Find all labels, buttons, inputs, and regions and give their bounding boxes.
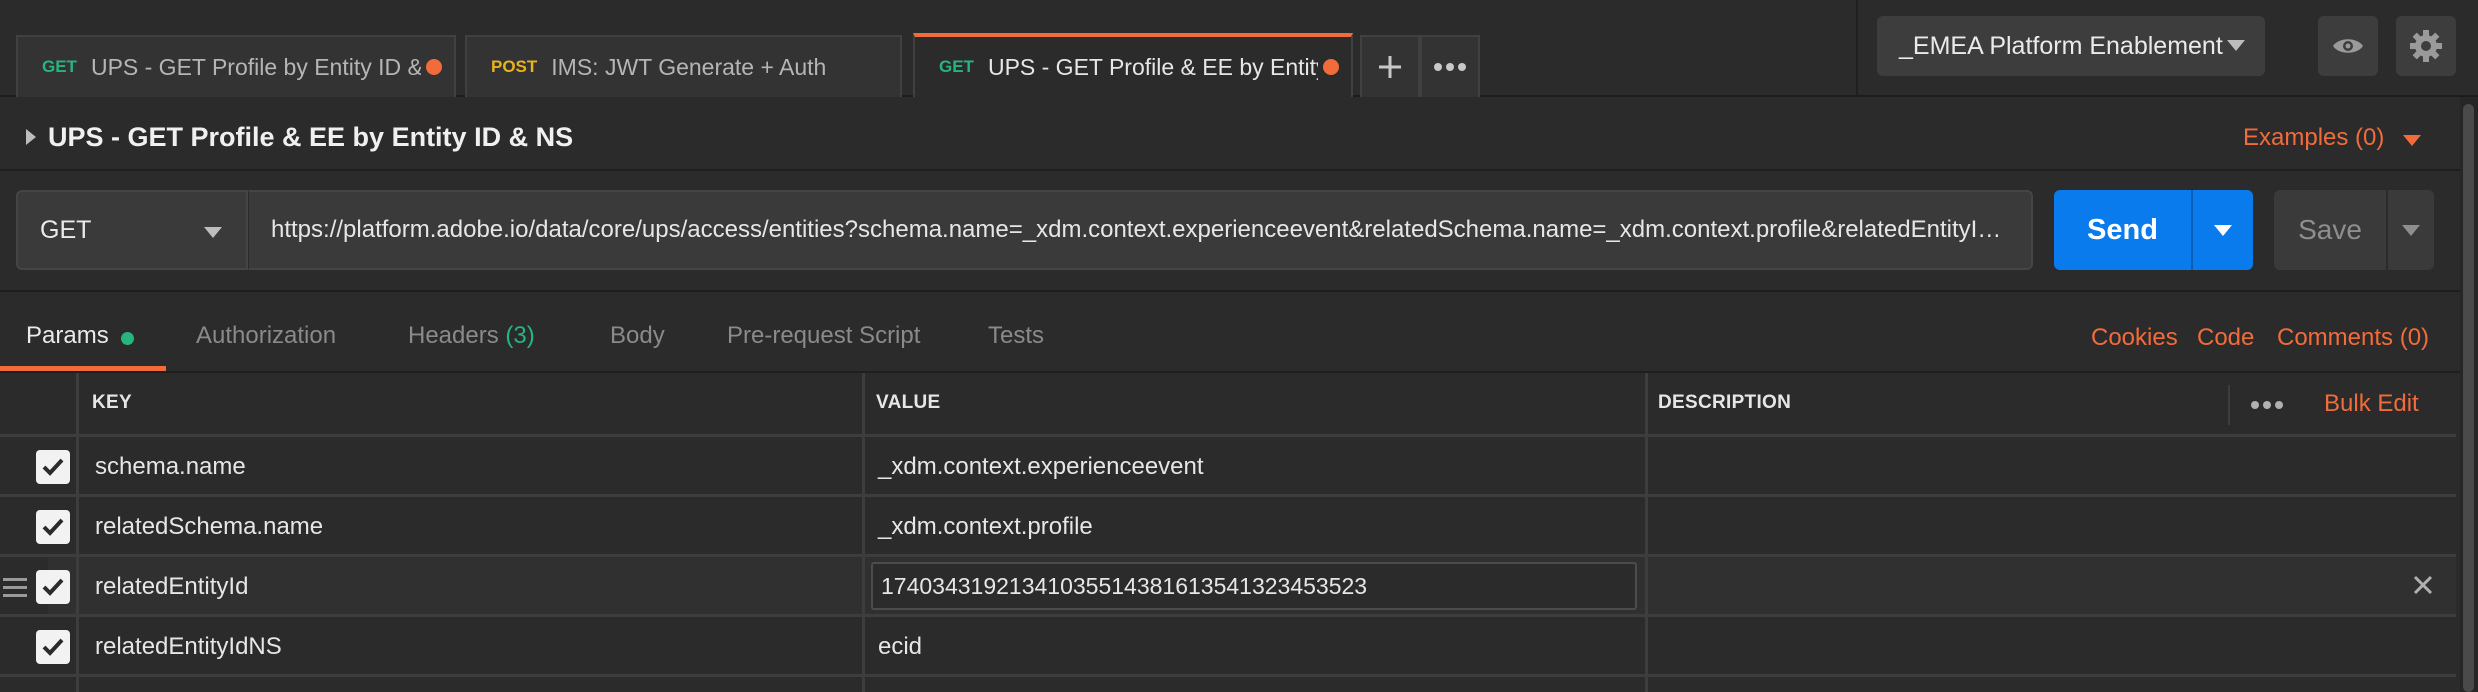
- param-value[interactable]: _xdm.context.experienceevent: [878, 453, 1204, 481]
- url-text: https://platform.adobe.io/data/core/ups/…: [271, 216, 2011, 243]
- unsaved-dot: [1323, 59, 1339, 75]
- chevron-down-icon: [2227, 40, 2245, 51]
- header-divider: [2228, 385, 2230, 425]
- row-divider: [0, 614, 2456, 617]
- param-value: 17403431921341035514381613541323453523: [881, 572, 1368, 599]
- gear-icon: [2410, 30, 2442, 62]
- tab-authorization[interactable]: Authorization: [196, 322, 336, 350]
- close-icon: [2413, 575, 2433, 595]
- param-value-input[interactable]: 17403431921341035514381613541323453523: [871, 562, 1637, 610]
- method-get-label: GET: [42, 57, 77, 76]
- send-options-button[interactable]: [2191, 190, 2253, 270]
- more-horizontal-icon: [1434, 63, 1466, 71]
- params-table: [0, 373, 2456, 692]
- environment-label: _EMEA Platform Enablement: [1899, 31, 2223, 60]
- tab-headers-label: Headers: [408, 322, 499, 349]
- more-horizontal-icon: [2251, 401, 2283, 409]
- chevron-down-icon: [2214, 225, 2232, 236]
- checkmark-icon: [42, 458, 64, 476]
- chevron-down-icon[interactable]: [2403, 135, 2421, 146]
- send-button[interactable]: Send: [2054, 190, 2191, 270]
- environment-quick-look-button[interactable]: [2318, 16, 2378, 76]
- row-divider: [0, 494, 2456, 497]
- column-divider: [1645, 373, 1648, 692]
- divider: [0, 290, 2460, 292]
- column-header-value: VALUE: [876, 392, 941, 413]
- http-method-select[interactable]: GET: [16, 190, 248, 270]
- chevron-down-icon: [2402, 225, 2420, 236]
- row-divider: [0, 554, 2456, 557]
- more-tabs-button[interactable]: [1420, 35, 1480, 97]
- row-divider: [0, 434, 2456, 437]
- drag-handle-icon[interactable]: [3, 578, 27, 602]
- comments-link[interactable]: Comments (0): [2277, 324, 2429, 352]
- tab-body[interactable]: Body: [610, 322, 665, 350]
- tab-label: IMS: JWT Generate + Auth: [551, 53, 827, 80]
- caret-right-icon[interactable]: [26, 129, 36, 145]
- save-button[interactable]: Save: [2274, 190, 2386, 270]
- method-get-label: GET: [939, 57, 974, 76]
- param-enabled-checkbox[interactable]: [36, 450, 70, 484]
- checkmark-icon: [42, 518, 64, 536]
- save-options-button[interactable]: [2388, 190, 2434, 270]
- tab-label: UPS - GET Profile & EE by Entity I: [987, 53, 1318, 80]
- environment-select[interactable]: _EMEA Platform Enablement: [1877, 16, 2265, 76]
- plus-icon: [1379, 56, 1401, 78]
- request-tab-2[interactable]: POST IMS: JWT Generate + Auth: [465, 35, 902, 97]
- eye-icon: [2333, 39, 2363, 53]
- examples-dropdown[interactable]: Examples (0): [2243, 124, 2384, 152]
- code-link[interactable]: Code: [2197, 324, 2254, 352]
- param-key[interactable]: schema.name: [95, 453, 246, 481]
- header-divider: [1856, 0, 1858, 97]
- method-post-label: POST: [491, 57, 538, 76]
- chevron-down-icon: [204, 227, 222, 238]
- column-header-description: DESCRIPTION: [1658, 392, 1792, 413]
- param-enabled-checkbox[interactable]: [36, 510, 70, 544]
- tab-label: UPS - GET Profile by Entity ID & N: [90, 53, 421, 80]
- headers-count: (3): [505, 322, 535, 349]
- param-enabled-checkbox[interactable]: [36, 570, 70, 604]
- checkmark-icon: [42, 638, 64, 656]
- param-value[interactable]: _xdm.context.profile: [878, 513, 1093, 541]
- url-input[interactable]: https://platform.adobe.io/data/core/ups/…: [248, 190, 2033, 270]
- tab-tests[interactable]: Tests: [988, 322, 1044, 350]
- param-key[interactable]: relatedEntityId: [95, 573, 248, 601]
- request-name[interactable]: UPS - GET Profile & EE by Entity ID & NS: [48, 122, 573, 153]
- tab-params[interactable]: Params: [26, 322, 109, 350]
- bulk-edit-link[interactable]: Bulk Edit: [2324, 390, 2419, 418]
- tab-headers[interactable]: Headers (3): [408, 322, 535, 350]
- scrollbar-thumb[interactable]: [2463, 104, 2474, 692]
- new-tab-button[interactable]: [1360, 35, 1420, 97]
- param-enabled-checkbox[interactable]: [36, 630, 70, 664]
- row-divider: [0, 674, 2456, 677]
- param-value[interactable]: ecid: [878, 633, 922, 661]
- checkmark-icon: [42, 578, 64, 596]
- unsaved-dot: [426, 59, 442, 75]
- table-options-button[interactable]: [2250, 397, 2284, 415]
- request-tab-3-active[interactable]: GET UPS - GET Profile & EE by Entity I: [913, 33, 1353, 97]
- http-method-label: GET: [40, 215, 92, 244]
- param-key[interactable]: relatedEntityIdNS: [95, 633, 282, 661]
- cookies-link[interactable]: Cookies: [2091, 324, 2178, 352]
- column-divider: [862, 373, 865, 692]
- tab-pre-request-script[interactable]: Pre-request Script: [727, 322, 920, 350]
- param-key[interactable]: relatedSchema.name: [95, 513, 323, 541]
- params-active-dot: [121, 332, 134, 345]
- column-header-key: KEY: [92, 392, 132, 413]
- request-tab-1[interactable]: GET UPS - GET Profile by Entity ID & N: [16, 35, 456, 97]
- column-divider: [76, 373, 79, 692]
- settings-button[interactable]: [2396, 16, 2456, 76]
- delete-param-button[interactable]: [2412, 574, 2434, 601]
